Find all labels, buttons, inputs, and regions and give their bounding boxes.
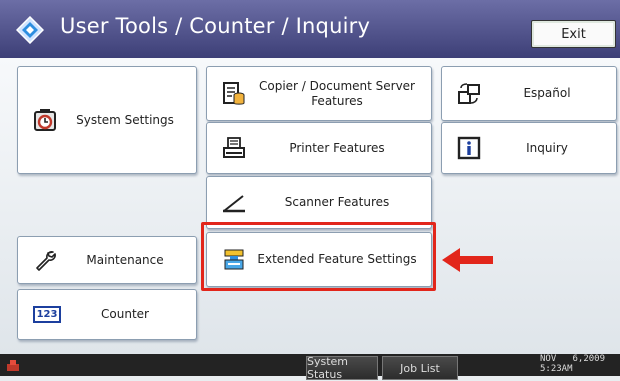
counter-icon-text: 123 — [32, 306, 62, 323]
printer-features-label: Printer Features — [289, 140, 385, 155]
time-line: 5:23AM — [540, 364, 573, 374]
wrench-icon — [32, 247, 58, 273]
date-time: NOV 6,2009 5:23AM — [540, 354, 616, 374]
system-status-button[interactable]: System Status — [306, 355, 378, 381]
copier-icon — [221, 81, 247, 107]
counter-icon: 123 — [32, 302, 62, 328]
counter-label: Counter — [101, 307, 149, 321]
alert-icon — [7, 360, 19, 371]
info-icon — [456, 135, 482, 161]
pointer-arrow-icon — [442, 248, 493, 272]
inquiry-button[interactable]: Inquiry — [441, 122, 617, 174]
exit-button[interactable]: Exit — [531, 20, 616, 48]
scanner-features-label: Scanner Features — [284, 195, 390, 209]
printer-icon — [221, 135, 247, 161]
counter-button[interactable]: 123 Counter — [17, 289, 197, 340]
maintenance-button[interactable]: Maintenance — [17, 236, 197, 284]
page-title: User Tools / Counter / Inquiry — [60, 14, 371, 38]
maintenance-label: Maintenance — [86, 252, 164, 267]
inquiry-label: Inquiry — [526, 140, 568, 155]
system-settings-label: System Settings — [76, 112, 174, 127]
language-switch-icon — [456, 81, 482, 107]
scanner-icon — [221, 190, 247, 216]
date-line: NOV 6,2009 — [540, 354, 606, 364]
alarm-clock-icon — [32, 107, 58, 133]
espanol-button[interactable]: Español — [441, 66, 617, 121]
printer-features-button[interactable]: Printer Features — [206, 122, 432, 174]
highlight-box — [201, 222, 436, 291]
system-settings-button[interactable]: System Settings — [17, 66, 197, 174]
diamond-logo-icon — [16, 16, 44, 44]
copier-label: Copier / Document Server Features — [259, 78, 415, 108]
espanol-label: Español — [523, 86, 571, 100]
job-list-button[interactable]: Job List — [382, 356, 458, 380]
copier-document-server-button[interactable]: Copier / Document Server Features — [206, 66, 432, 121]
